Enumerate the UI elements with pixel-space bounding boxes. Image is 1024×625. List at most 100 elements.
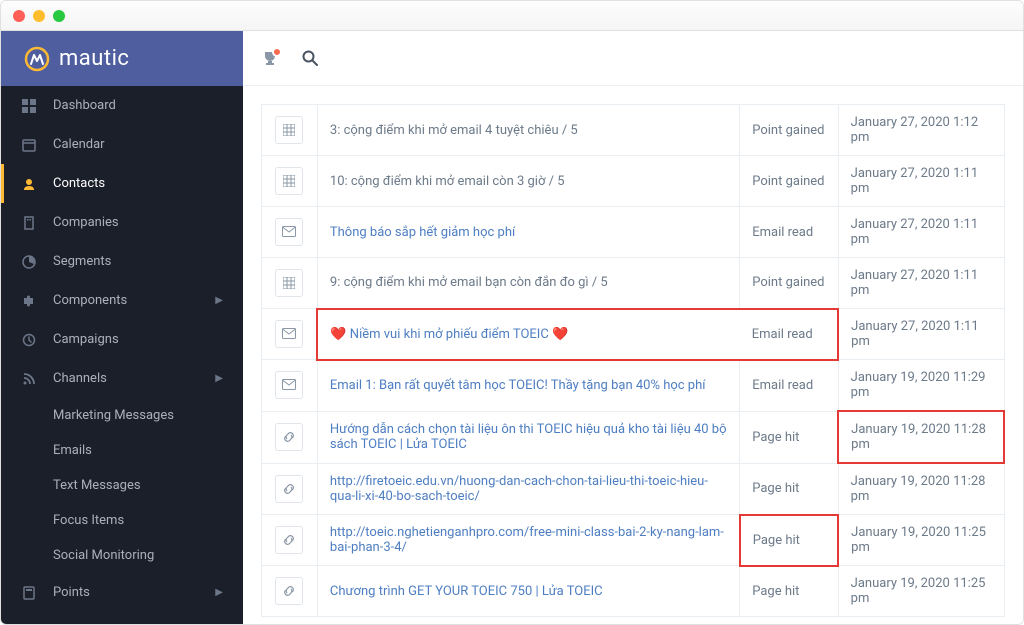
table-row: 10: cộng điểm khi mở email còn 3 giờ / 5…	[262, 156, 1005, 207]
mail-icon	[275, 371, 303, 399]
row-description[interactable]: Chương trình GET YOUR TOEIC 750 | Lửa TO…	[317, 566, 739, 617]
sidebar-item-label: Calendar	[53, 137, 105, 152]
sidebar-item-label: Segments	[53, 254, 111, 269]
sidebar-item-label: Channels	[53, 371, 107, 386]
sidebar-item-companies[interactable]: Companies	[1, 203, 243, 242]
sidebar-sub-emails[interactable]: Emails	[1, 433, 243, 468]
window-titlebar	[1, 1, 1023, 31]
chevron-right-icon: ▶	[215, 295, 223, 306]
sidebar-sub-focus-items[interactable]: Focus Items	[1, 503, 243, 538]
sidebar-item-dashboard[interactable]: Dashboard	[1, 86, 243, 125]
row-date: January 27, 2020 1:11 pm	[838, 207, 1004, 258]
sidebar-sub-social-monitoring[interactable]: Social Monitoring	[1, 538, 243, 573]
row-description: 9: cộng điểm khi mở email bạn còn đắn đo…	[317, 258, 739, 309]
sidebar-item-components[interactable]: Components ▶	[1, 281, 243, 320]
row-event-type: Email read	[740, 207, 838, 258]
link-icon	[275, 577, 303, 605]
brand-header[interactable]: mautic	[1, 31, 243, 86]
calculator-icon	[21, 586, 37, 600]
calendar-icon	[21, 138, 37, 152]
brand-name: mautic	[59, 46, 129, 71]
clock-icon	[21, 333, 37, 347]
pie-icon	[21, 255, 37, 269]
nav: Dashboard Calendar Contacts Companies Se…	[1, 86, 243, 624]
mail-icon	[275, 218, 303, 246]
table-row: Email 1: Bạn rất quyết tâm học TOEIC! Th…	[262, 360, 1005, 412]
row-event-type: Email read	[740, 309, 838, 360]
row-event-type: Email read	[740, 360, 838, 412]
table-row: 3: cộng điểm khi mở email 4 tuyệt chiêu …	[262, 105, 1005, 156]
search-button[interactable]	[301, 49, 319, 67]
row-description[interactable]: Email 1: Bạn rất quyết tâm học TOEIC! Th…	[317, 360, 739, 412]
grid-icon	[275, 167, 303, 195]
sidebar-item-label: Companies	[53, 215, 119, 230]
table-row: Thông báo sắp hết giảm học phíEmail read…	[262, 207, 1005, 258]
row-event-type: Page hit	[740, 411, 838, 463]
chevron-right-icon: ▶	[215, 373, 223, 384]
window-min-dot[interactable]	[33, 10, 45, 22]
row-description: 10: cộng điểm khi mở email còn 3 giờ / 5	[317, 156, 739, 207]
row-description[interactable]: http://firetoeic.edu.vn/huong-dan-cach-c…	[317, 463, 739, 515]
sidebar-item-label: Points	[53, 585, 90, 600]
window-close-dot[interactable]	[13, 10, 25, 22]
row-icon-cell	[262, 463, 318, 515]
sidebar-item-contacts[interactable]: Contacts	[1, 164, 243, 203]
table-row: ❤️ Niềm vui khi mở phiếu điểm TOEIC ❤️Em…	[262, 309, 1005, 360]
notification-badge	[272, 47, 282, 57]
notifications-button[interactable]	[261, 49, 279, 67]
sidebar-item-channels[interactable]: Channels ▶	[1, 359, 243, 398]
sidebar-item-label: Components	[53, 293, 127, 308]
window-max-dot[interactable]	[53, 10, 65, 22]
sidebar-sub-marketing-messages[interactable]: Marketing Messages	[1, 398, 243, 433]
content: 3: cộng điểm khi mở email 4 tuyệt chiêu …	[243, 86, 1023, 624]
chevron-right-icon: ▶	[215, 587, 223, 598]
row-description[interactable]: ❤️ Niềm vui khi mở phiếu điểm TOEIC ❤️	[317, 309, 739, 360]
link-icon	[275, 423, 303, 451]
row-date: January 27, 2020 1:12 pm	[838, 105, 1004, 156]
sidebar-sub-text-messages[interactable]: Text Messages	[1, 468, 243, 503]
sidebar-item-label: Dashboard	[53, 98, 116, 113]
sidebar: mautic Dashboard Calendar Contacts	[1, 31, 243, 624]
table-row: Hướng dẫn cách chọn tài liệu ôn thi TOEI…	[262, 411, 1005, 463]
rss-icon	[21, 372, 37, 386]
row-event-type: Page hit	[740, 463, 838, 515]
row-description[interactable]: Thông báo sắp hết giảm học phí	[317, 207, 739, 258]
row-description[interactable]: Hướng dẫn cách chọn tài liệu ôn thi TOEI…	[317, 411, 739, 463]
row-icon-cell	[262, 207, 318, 258]
row-icon-cell	[262, 411, 318, 463]
row-event-type: Page hit	[740, 515, 838, 566]
puzzle-icon	[21, 294, 37, 308]
dashboard-icon	[21, 99, 37, 113]
link-icon	[275, 475, 303, 503]
row-date: January 19, 2020 11:29 pm	[838, 360, 1004, 412]
row-icon-cell	[262, 156, 318, 207]
row-description[interactable]: http://toeic.nghetienganhpro.com/free-mi…	[317, 515, 739, 566]
row-event-type: Point gained	[740, 258, 838, 309]
row-event-type: Point gained	[740, 156, 838, 207]
row-date: January 27, 2020 1:11 pm	[838, 258, 1004, 309]
table-row: Chương trình GET YOUR TOEIC 750 | Lửa TO…	[262, 566, 1005, 617]
sidebar-item-points[interactable]: Points ▶	[1, 573, 243, 612]
row-icon-cell	[262, 566, 318, 617]
row-date: January 27, 2020 1:11 pm	[838, 309, 1004, 360]
row-date: January 19, 2020 11:25 pm	[838, 515, 1004, 566]
search-icon	[301, 49, 319, 67]
grid-icon	[275, 116, 303, 144]
topbar	[243, 31, 1023, 86]
sidebar-item-campaigns[interactable]: Campaigns	[1, 320, 243, 359]
table-row: 9: cộng điểm khi mở email bạn còn đắn đo…	[262, 258, 1005, 309]
row-icon-cell	[262, 309, 318, 360]
sidebar-item-calendar[interactable]: Calendar	[1, 125, 243, 164]
row-icon-cell	[262, 105, 318, 156]
sidebar-item-segments[interactable]: Segments	[1, 242, 243, 281]
grid-icon	[275, 269, 303, 297]
row-description: 3: cộng điểm khi mở email 4 tuyệt chiêu …	[317, 105, 739, 156]
activity-table: 3: cộng điểm khi mở email 4 tuyệt chiêu …	[261, 104, 1005, 617]
row-event-type: Page hit	[740, 566, 838, 617]
sidebar-item-label: Campaigns	[53, 332, 119, 347]
link-icon	[275, 526, 303, 554]
mail-icon	[275, 320, 303, 348]
main: 3: cộng điểm khi mở email 4 tuyệt chiêu …	[243, 31, 1023, 624]
row-date: January 19, 2020 11:28 pm	[838, 463, 1004, 515]
building-icon	[21, 216, 37, 230]
